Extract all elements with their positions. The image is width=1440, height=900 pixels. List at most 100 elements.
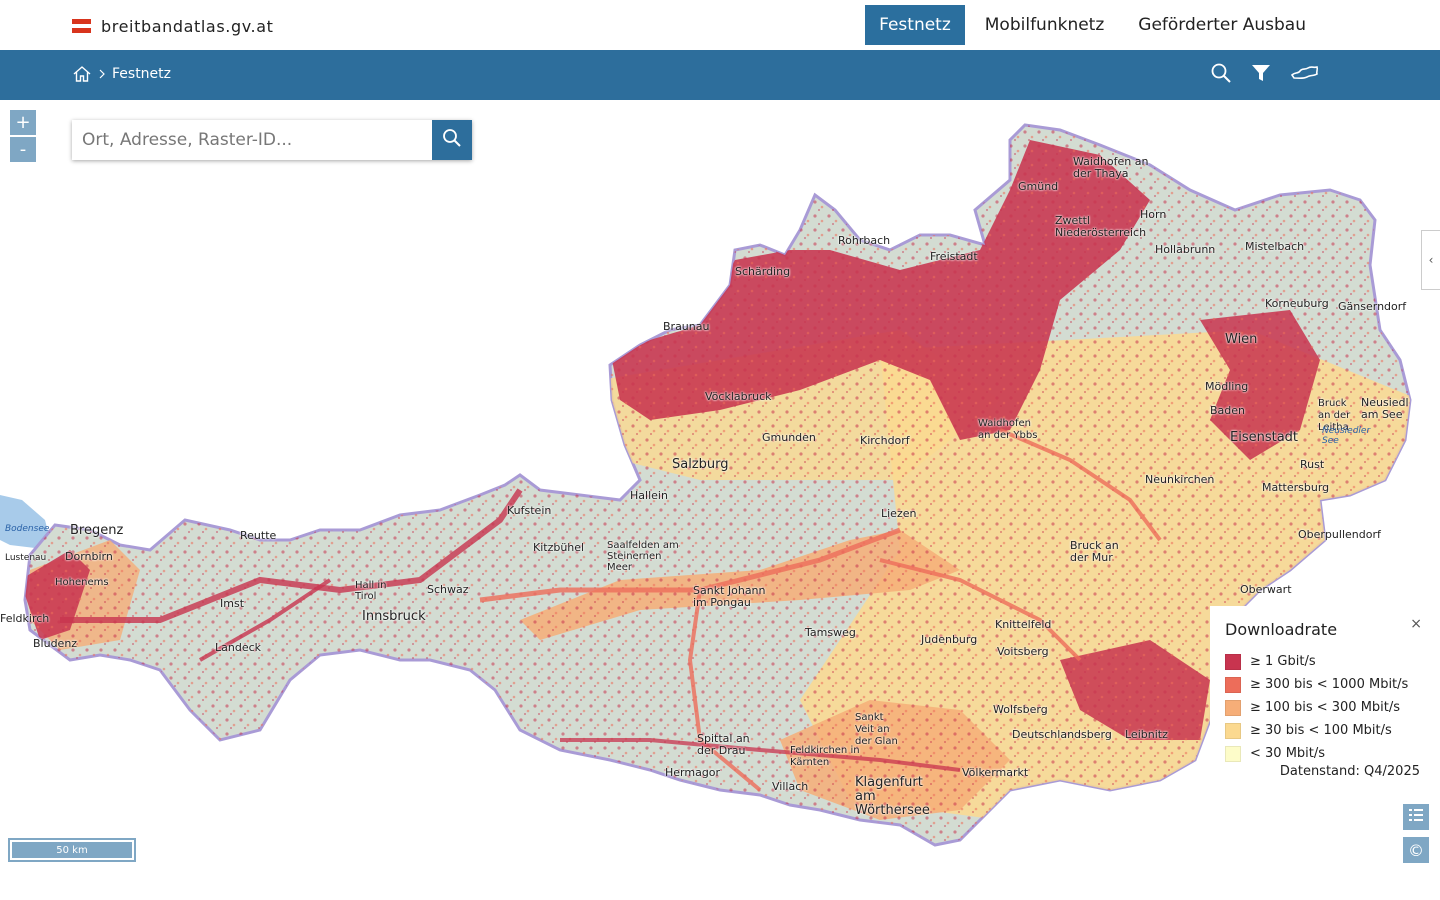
map-label: Innsbruck — [362, 609, 426, 624]
map-label: Gänserndorf — [1338, 300, 1407, 313]
map-label: Waidhofen an der Ybbs — [978, 418, 1038, 441]
map-label: Gmunden — [762, 431, 816, 444]
map-label: Bodensee — [5, 524, 50, 534]
map-label: Neusiedler See — [1322, 426, 1371, 446]
map-outline-icon[interactable] — [1290, 62, 1320, 86]
map-label: Neunkirchen — [1145, 473, 1215, 486]
legend-title: Downloadrate — [1225, 620, 1338, 639]
zoom-out-button[interactable]: - — [10, 137, 36, 162]
top-header: breitbandatlas.gv.at Festnetz Mobilfunkn… — [0, 0, 1440, 50]
search-submit-button[interactable] — [432, 120, 472, 160]
map-canvas[interactable]: Waidhofen an der Thaya Gmünd Zwettl Nied… — [0, 100, 1440, 900]
map-label: Hollabrunn — [1155, 243, 1216, 256]
map-label: Völkermarkt — [962, 766, 1029, 779]
map-label: Kitzbühel — [533, 541, 585, 554]
map-label: Oberpullendorf — [1298, 528, 1381, 541]
map-label: Mödling — [1205, 380, 1249, 393]
map-label: Tamsweg — [805, 626, 856, 639]
map-label: Imst — [220, 597, 245, 610]
map-label: Waidhofen an der Thaya — [1073, 155, 1149, 180]
legend-item: ≥ 30 bis < 100 Mbit/s — [1225, 719, 1408, 742]
map-label: Voitsberg — [997, 645, 1049, 658]
list-icon — [1408, 807, 1424, 827]
map-label: Salzburg — [672, 457, 729, 472]
map-label: Sankt Johann im Pongau — [693, 584, 766, 609]
map-label: Villach — [772, 780, 809, 793]
tab-gefoerderter-ausbau[interactable]: Geförderter Ausbau — [1124, 5, 1320, 45]
data-status: Datenstand: Q4/2025 — [1279, 764, 1420, 779]
legend-item: < 30 Mbit/s — [1225, 742, 1408, 765]
search-icon — [442, 128, 462, 152]
map-label: Reutte — [240, 529, 277, 542]
map-label: Spittal an der Drau — [697, 732, 750, 757]
attribution-button[interactable]: © — [1403, 837, 1429, 863]
map-label: Lustenau — [5, 553, 47, 563]
map-label: Judenburg — [921, 633, 978, 646]
legend-item: ≥ 1 Gbit/s — [1225, 650, 1408, 673]
legend-label: ≥ 30 bis < 100 Mbit/s — [1250, 723, 1392, 738]
side-panel-toggle[interactable]: ‹ — [1421, 230, 1440, 290]
map-label: Hermagor — [665, 766, 721, 779]
search-input[interactable] — [72, 120, 432, 160]
map-label: Braunau — [663, 320, 710, 333]
zoom-in-button[interactable]: + — [10, 110, 36, 135]
map-label: Neusiedl am See — [1361, 396, 1409, 421]
legend-swatch — [1225, 699, 1241, 716]
tab-festnetz[interactable]: Festnetz — [865, 5, 965, 45]
map-label: Hallein — [630, 489, 668, 502]
scale-bar: 50 km — [8, 838, 136, 862]
map-label: Saalfelden am Steinernen Meer — [607, 540, 679, 573]
brand-logo[interactable]: breitbandatlas.gv.at — [72, 14, 274, 38]
map-label: Oberwart — [1240, 583, 1292, 596]
legend-panel: Downloadrate × ≥ 1 Gbit/s ≥ 300 bis < 10… — [1210, 606, 1440, 788]
map-label: Feldkirchen in Kärnten — [790, 745, 860, 768]
map-label: Schärding — [735, 265, 791, 278]
legend-toggle-button[interactable] — [1403, 804, 1429, 830]
breadcrumb: Festnetz — [72, 64, 171, 84]
search-icon[interactable] — [1210, 62, 1234, 86]
map-label: Rust — [1300, 458, 1325, 471]
brand-name: breitbandatlas.gv.at — [101, 16, 274, 36]
map-label: Dornbirn — [65, 550, 113, 563]
tab-mobilfunknetz[interactable]: Mobilfunknetz — [971, 5, 1119, 45]
legend-label: ≥ 100 bis < 300 Mbit/s — [1250, 700, 1401, 715]
map-label: Wolfsberg — [993, 703, 1048, 716]
map-label: Feldkirch — [0, 612, 50, 625]
home-icon[interactable] — [72, 64, 92, 84]
breadcrumb-current: Festnetz — [112, 66, 172, 82]
map-toolbar: Festnetz — [0, 50, 1440, 100]
copyright-icon: © — [1408, 840, 1424, 860]
breadcrumb-separator-icon — [98, 69, 106, 79]
map-label: Baden — [1210, 404, 1246, 417]
map-label: Vöcklabruck — [705, 390, 772, 403]
filter-icon[interactable] — [1250, 62, 1274, 86]
map-label: Sankt Veit an der Glan — [855, 712, 898, 747]
location-search — [72, 120, 472, 160]
map-label: Wien — [1225, 332, 1258, 347]
legend-label: ≥ 1 Gbit/s — [1250, 654, 1316, 669]
legend-item: ≥ 100 bis < 300 Mbit/s — [1225, 696, 1408, 719]
map-label: Landeck — [215, 641, 262, 654]
scale-label: 50 km — [12, 842, 132, 858]
map-label: Zwettl Niederösterreich — [1055, 214, 1147, 239]
map-label: Deutschlandsberg — [1012, 728, 1112, 741]
map-label: Rohrbach — [838, 234, 891, 247]
map-tools — [1210, 62, 1320, 86]
map-label: Gmünd — [1018, 180, 1059, 193]
map-label: Hall in Tirol — [355, 580, 387, 602]
map-label: Korneuburg — [1265, 297, 1329, 310]
map-label: Bregenz — [70, 523, 124, 538]
chevron-left-icon: ‹ — [1428, 253, 1434, 267]
legend-swatch — [1225, 745, 1241, 762]
legend-close-button[interactable]: × — [1410, 616, 1422, 632]
legend-swatch — [1225, 653, 1241, 670]
map-label: Klagenfurt am Wörthersee — [855, 775, 930, 818]
legend-list: ≥ 1 Gbit/s ≥ 300 bis < 1000 Mbit/s ≥ 100… — [1225, 650, 1408, 765]
legend-label: < 30 Mbit/s — [1250, 746, 1326, 761]
legend-label: ≥ 300 bis < 1000 Mbit/s — [1250, 677, 1409, 692]
map-label: Eisenstadt — [1230, 430, 1299, 445]
map-label: Kirchdorf — [860, 434, 910, 447]
map-label: Freistadt — [930, 250, 978, 263]
map-label: Horn — [1140, 208, 1167, 221]
map-label: Mistelbach — [1245, 240, 1305, 253]
